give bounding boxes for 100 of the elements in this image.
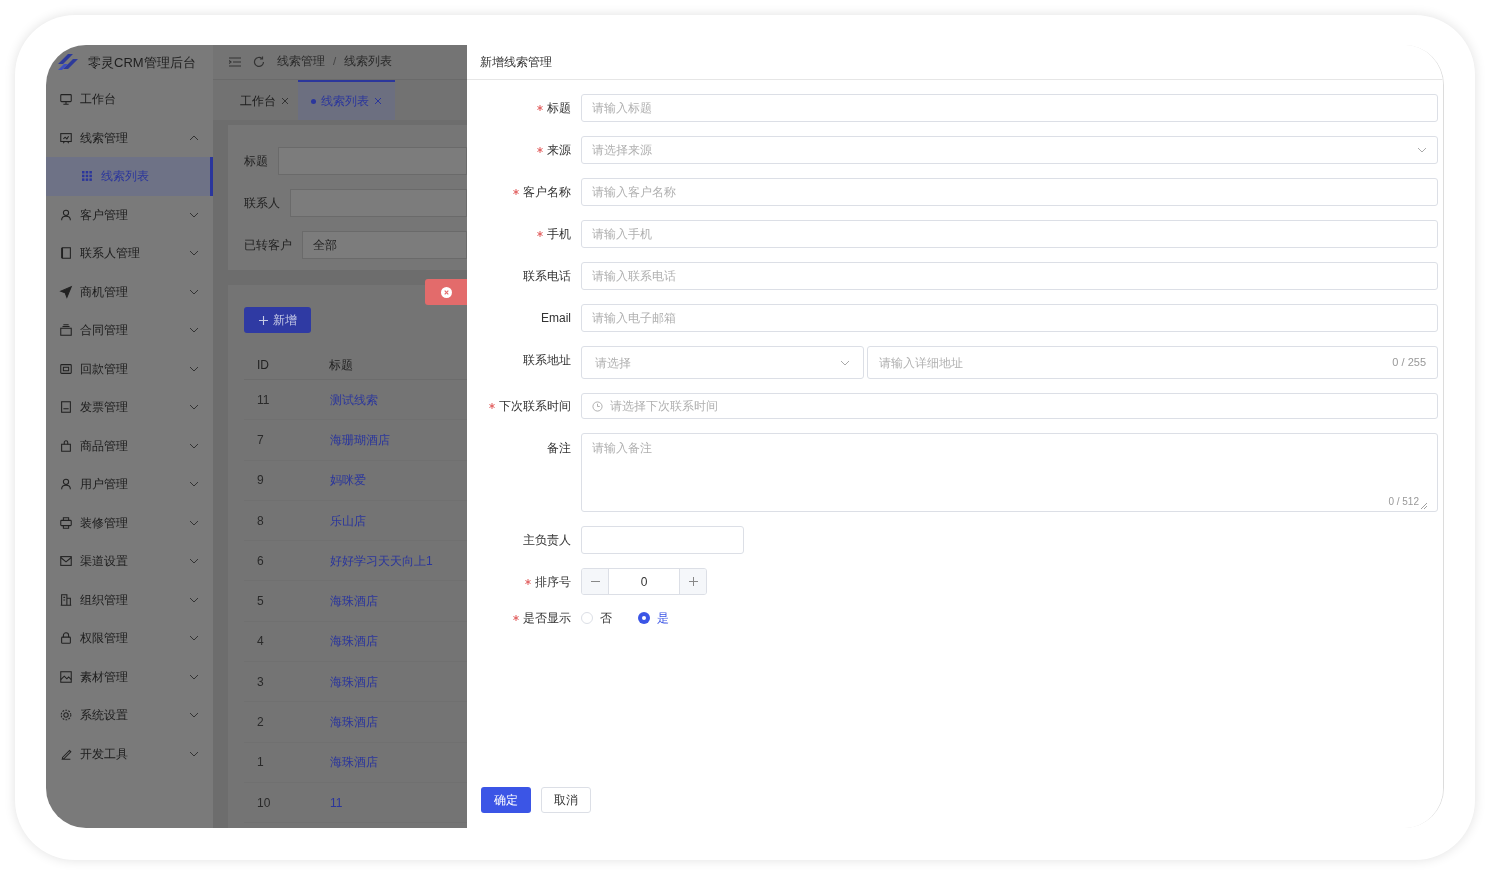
resize-handle-icon[interactable] [1421, 503, 1427, 509]
field-label: 下次联系时间 [499, 398, 571, 415]
sidebar-item[interactable]: 联系人管理 [46, 234, 213, 273]
printer-icon [59, 515, 73, 530]
field-label: 联系电话 [523, 268, 571, 285]
sidebar-item[interactable]: 渠道设置 [46, 542, 213, 581]
filter-field[interactable] [290, 189, 467, 217]
drawer-title: 新增线索管理 [480, 54, 552, 71]
text-field[interactable]: 请输入手机 [581, 220, 1438, 248]
table-cell-text: 7 [256, 431, 265, 449]
user-icon [59, 207, 73, 222]
address-input[interactable]: 请输入详细地址 [879, 353, 1393, 372]
sidebar-item[interactable]: 合同管理 [46, 311, 213, 350]
title-link[interactable]: 海珠酒店 [330, 672, 378, 691]
tab[interactable]: 工作台 [231, 80, 298, 120]
chevron-down-icon [189, 673, 199, 680]
radio-option[interactable]: 否 [581, 609, 612, 627]
sidebar-item[interactable]: 系统设置 [46, 696, 213, 735]
book-icon [59, 246, 73, 261]
chevron-down-icon [189, 481, 199, 488]
title-link[interactable]: 海珠酒店 [330, 632, 378, 651]
sidebar-item[interactable]: 开发工具 [46, 734, 213, 773]
field-label: 联系地址 [523, 352, 571, 369]
title-link[interactable]: 妈咪爱 [330, 471, 366, 490]
sidebar-item[interactable]: 客户管理 [46, 195, 213, 234]
sidebar-item[interactable]: 线索管理 [46, 118, 213, 157]
decrement-button[interactable] [582, 569, 609, 594]
breadcrumb-item: 线索列表 [344, 54, 393, 70]
mail-icon [59, 554, 73, 569]
select-field[interactable]: 请选择来源 [581, 136, 1438, 164]
chevron-down-icon [189, 250, 199, 257]
text-field[interactable]: 请输入电子邮箱 [581, 304, 1438, 332]
column-header: 标题 [329, 356, 353, 374]
chevron-down-icon [189, 712, 199, 719]
presentation-icon [59, 130, 73, 145]
chevron-down-icon [1417, 147, 1427, 153]
increment-button[interactable] [679, 569, 706, 594]
sidebar-item[interactable]: 组织管理 [46, 580, 213, 619]
breadcrumb-item[interactable]: 线索管理 [277, 53, 325, 71]
remark-textarea[interactable]: 请输入备注 [592, 439, 1427, 494]
app-title: 零灵CRM管理后台 [88, 53, 196, 72]
chevron-down-icon [840, 359, 850, 366]
chevron-down-icon [189, 635, 199, 642]
cancel-button[interactable]: 取消 [541, 786, 591, 813]
refresh-icon[interactable] [253, 56, 265, 68]
wallet-icon [59, 361, 73, 376]
sidebar-item[interactable]: 工作台 [46, 80, 213, 119]
number-field[interactable]: 0 [609, 569, 679, 594]
sidebar-item[interactable]: 用户管理 [46, 465, 213, 504]
sidebar-item[interactable]: 权限管理 [46, 619, 213, 658]
sidebar-subitem[interactable]: 线索列表 [46, 157, 213, 196]
grid-icon [82, 171, 92, 182]
title-link[interactable]: 11 [330, 793, 343, 812]
text-field[interactable]: 请输入客户名称 [581, 178, 1438, 206]
field-label: 备注 [547, 440, 571, 457]
title-link[interactable]: 测试线索 [330, 390, 378, 409]
table-cell-text: 5 [256, 593, 265, 611]
sidebar-item[interactable]: 装修管理 [46, 503, 213, 542]
breadcrumb-separator: / [333, 54, 337, 70]
title-link[interactable]: 海珊瑚酒店 [330, 430, 390, 449]
textarea-field[interactable]: 请输入备注 0 / 512 [581, 433, 1438, 512]
sidebar-item[interactable]: 回款管理 [46, 349, 213, 388]
tab[interactable]: 线索列表 [298, 80, 395, 120]
title-link[interactable]: 海珠酒店 [330, 753, 378, 772]
chevron-down-icon [189, 211, 199, 218]
select-field[interactable]: 请选择 [581, 346, 864, 379]
field-label: 来源 [547, 142, 571, 159]
filter-field[interactable]: 全部 [302, 231, 467, 259]
text-field[interactable]: 请输入详细地址 0 / 255 [867, 346, 1438, 379]
image-icon [59, 669, 73, 684]
add-button[interactable]: 新增 [244, 307, 311, 333]
text-field[interactable] [581, 526, 744, 554]
sidebar-item[interactable]: 商机管理 [46, 272, 213, 311]
number-input[interactable]: 0 [581, 568, 707, 595]
close-icon[interactable] [281, 97, 289, 105]
title-link[interactable]: 海珠酒店 [330, 592, 378, 611]
text-field[interactable]: 请输入联系电话 [581, 262, 1438, 290]
user-icon [59, 477, 73, 492]
clock-icon [592, 400, 603, 412]
sidebar-item[interactable]: 发票管理 [46, 388, 213, 427]
title-link[interactable]: 乐山店 [330, 511, 366, 530]
title-link[interactable]: 海珠酒店 [330, 713, 378, 731]
character-counter: 0 / 255 [1392, 355, 1426, 371]
field-label: 客户名称 [523, 184, 571, 201]
close-circle-icon [440, 286, 452, 298]
filter-field[interactable] [278, 147, 467, 175]
sidebar-item[interactable]: 商品管理 [46, 426, 213, 465]
sidebar-item[interactable]: 素材管理 [46, 657, 213, 696]
date-picker-field[interactable]: 请选择下次联系时间 [581, 393, 1438, 419]
menu-icon[interactable] [229, 57, 241, 67]
table-cell-text: 10 [256, 794, 272, 812]
confirm-button[interactable]: 确定 [481, 786, 531, 813]
gear-icon [59, 708, 73, 723]
text-field[interactable]: 请输入标题 [581, 94, 1438, 122]
radio-option[interactable]: 是 [638, 609, 669, 627]
close-notice-button[interactable] [425, 279, 467, 305]
chevron-down-icon [189, 596, 199, 603]
close-icon[interactable] [374, 97, 382, 105]
filter-label: 联系人 [244, 195, 280, 212]
field-label: Email [541, 310, 571, 327]
